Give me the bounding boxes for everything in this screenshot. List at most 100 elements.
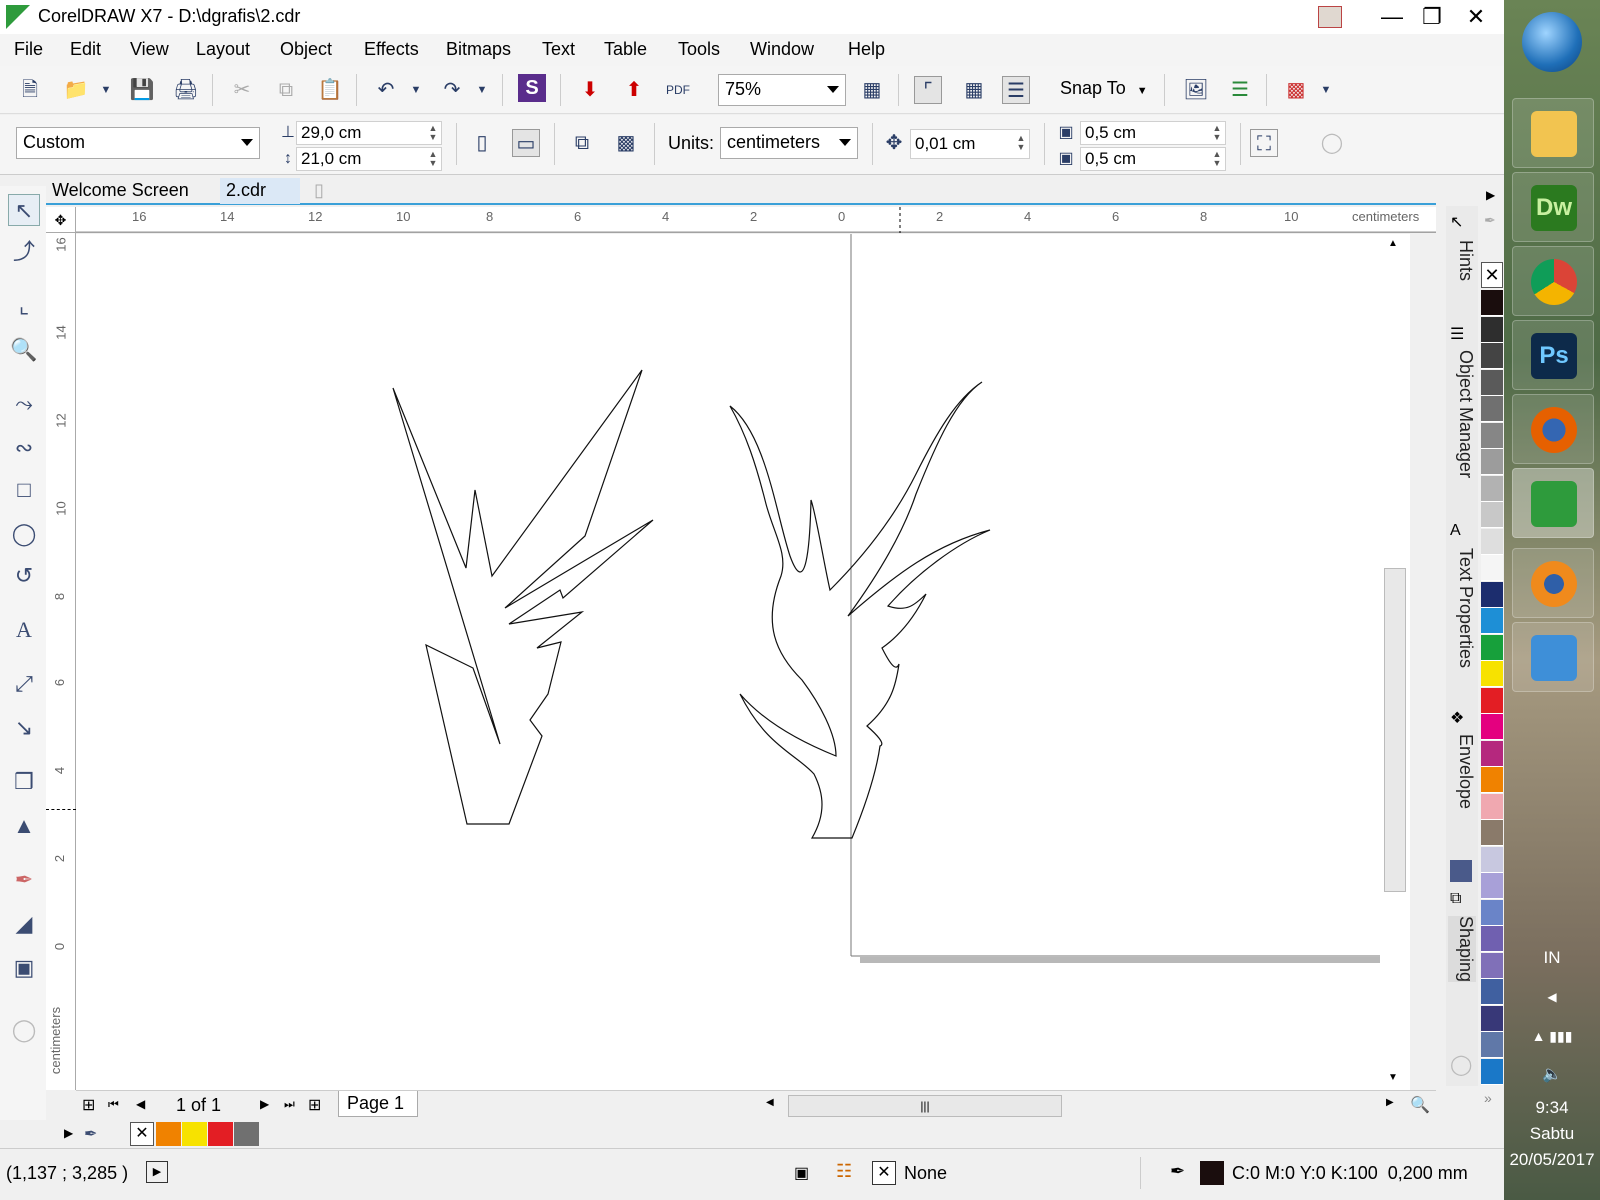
options-icon[interactable]: ☰ bbox=[1226, 76, 1254, 104]
quick-customize-icon[interactable]: ◯ bbox=[1450, 1052, 1472, 1077]
open-dropdown-icon[interactable]: ▼ bbox=[92, 76, 120, 104]
copy-icon[interactable]: ⧉ bbox=[272, 76, 300, 104]
transparency-tool-icon[interactable]: ▲ bbox=[8, 810, 40, 842]
rectangle-tool-icon[interactable]: □ bbox=[8, 474, 40, 506]
snap-to-dropdown[interactable]: Snap To ▼ bbox=[1060, 78, 1148, 99]
palette-swatch[interactable] bbox=[1481, 1005, 1503, 1032]
nudge-distance-field[interactable]: 0,01 cm ▲ ▼ bbox=[910, 129, 1030, 159]
network-icon[interactable]: ▲ ▮▮▮ bbox=[1504, 1028, 1600, 1045]
palette-swatch[interactable] bbox=[1481, 290, 1503, 316]
eyedropper-icon[interactable]: ✒ bbox=[1484, 212, 1496, 229]
paste-icon[interactable]: 📋 bbox=[316, 76, 344, 104]
doc-palette-swatch[interactable] bbox=[182, 1122, 207, 1146]
menu-layout[interactable]: Layout bbox=[196, 39, 250, 60]
palette-swatch[interactable] bbox=[1481, 687, 1503, 714]
palette-swatch[interactable] bbox=[1481, 449, 1503, 475]
zoom-level-select[interactable]: 75% bbox=[718, 74, 846, 106]
status-expand-icon[interactable]: ▶ bbox=[146, 1161, 168, 1183]
palette-swatch[interactable] bbox=[1481, 714, 1503, 740]
portrait-icon[interactable]: ▯ bbox=[468, 129, 496, 157]
palette-swatch[interactable] bbox=[1481, 502, 1503, 528]
palette-swatch[interactable] bbox=[1481, 1032, 1503, 1058]
shape-tool-icon[interactable]: ⤴ bbox=[8, 236, 40, 268]
parallel-dimension-icon[interactable]: ⤢ bbox=[8, 668, 40, 700]
palette-swatch[interactable] bbox=[1481, 767, 1503, 793]
drawing-canvas[interactable]: ▲ ▼ bbox=[76, 234, 1410, 1090]
spin-arrows-icon[interactable]: ▲ ▼ bbox=[426, 150, 440, 168]
palette-swatch[interactable] bbox=[1481, 873, 1503, 899]
new-document-icon[interactable]: 🗎 bbox=[16, 76, 44, 104]
treat-as-filled-icon[interactable]: ⛶ bbox=[1250, 129, 1278, 157]
doc-palette-swatch[interactable] bbox=[234, 1122, 259, 1146]
application-launcher-icon[interactable]: ▩ bbox=[1282, 76, 1310, 104]
restore-button[interactable]: ❐ bbox=[1414, 2, 1450, 32]
palette-swatch[interactable] bbox=[1481, 422, 1503, 449]
zoom-tool-icon[interactable]: 🔍 bbox=[8, 334, 40, 366]
clock-time[interactable]: 9:34 bbox=[1504, 1098, 1600, 1118]
palette-swatch[interactable] bbox=[1481, 475, 1503, 502]
vertical-scrollbar[interactable]: ▲ ▼ bbox=[1380, 234, 1410, 1090]
last-page-icon[interactable]: ⏭ bbox=[284, 1097, 295, 1112]
pick-tool-icon[interactable]: ↖ bbox=[8, 194, 40, 226]
taskbar-control-panel[interactable] bbox=[1512, 622, 1594, 692]
taskbar-chrome[interactable] bbox=[1512, 246, 1594, 316]
interactive-fill-icon[interactable]: ◢ bbox=[8, 908, 40, 940]
page-1-tab[interactable]: Page 1 bbox=[338, 1091, 418, 1117]
palette-swatch[interactable] bbox=[1481, 634, 1503, 661]
doc-palette-none-swatch[interactable]: ✕ bbox=[130, 1122, 154, 1146]
cut-icon[interactable]: ✂ bbox=[228, 76, 256, 104]
menu-tools[interactable]: Tools bbox=[678, 39, 720, 60]
duplicate-x-field[interactable]: 0,5 cm ▲ ▼ bbox=[1080, 121, 1226, 145]
freehand-tool-icon[interactable]: ⤳ bbox=[8, 388, 40, 420]
user-icon[interactable] bbox=[1318, 6, 1342, 28]
close-button[interactable]: ✕ bbox=[1458, 2, 1494, 32]
docker-color-swatch[interactable] bbox=[1450, 860, 1472, 882]
polygon-tool-icon[interactable]: ↺ bbox=[8, 560, 40, 592]
add-page-before-icon[interactable]: ⊞ bbox=[82, 1095, 95, 1115]
docker-tab-text-properties[interactable]: Text Properties bbox=[1448, 548, 1476, 668]
palette-scroll-right-icon[interactable]: ▶ bbox=[1486, 188, 1495, 202]
palette-swatch[interactable] bbox=[1481, 820, 1503, 846]
horizontal-scroll-thumb[interactable]: ||| bbox=[788, 1095, 1062, 1117]
all-pages-icon[interactable]: ⧉ bbox=[568, 129, 596, 157]
new-tab-icon[interactable]: ▯ bbox=[308, 178, 330, 204]
palette-swatch[interactable] bbox=[1481, 608, 1503, 634]
h-scroll-right-icon[interactable]: ▶ bbox=[1386, 1097, 1394, 1108]
palette-swatch[interactable] bbox=[1481, 846, 1503, 873]
docker-tab-shaping[interactable]: Shaping bbox=[1448, 916, 1476, 983]
language-indicator[interactable]: IN bbox=[1504, 948, 1600, 968]
docker-tab-hints[interactable]: Hints bbox=[1448, 240, 1476, 281]
save-icon[interactable]: 💾 bbox=[128, 76, 156, 104]
taskbar-blender[interactable] bbox=[1512, 548, 1594, 618]
menu-object[interactable]: Object bbox=[280, 39, 332, 60]
palette-swatch[interactable] bbox=[1481, 979, 1503, 1005]
palette-swatch[interactable] bbox=[1481, 369, 1503, 396]
vertical-scroll-thumb[interactable] bbox=[1384, 568, 1406, 892]
next-page-icon[interactable]: ▶ bbox=[260, 1097, 269, 1111]
h-scroll-left-icon[interactable]: ◀ bbox=[766, 1097, 774, 1108]
scroll-up-icon[interactable]: ▲ bbox=[1388, 238, 1398, 249]
doc-palette-swatch[interactable] bbox=[208, 1122, 233, 1146]
color-eyedropper-icon[interactable]: ✒ bbox=[8, 864, 40, 896]
add-page-after-icon[interactable]: ⊞ bbox=[308, 1095, 321, 1115]
full-screen-preview-icon[interactable]: ▦ bbox=[858, 76, 886, 104]
landscape-icon[interactable]: ▭ bbox=[512, 129, 540, 157]
show-hidden-icons[interactable]: ◀ bbox=[1504, 990, 1600, 1004]
undo-dropdown-icon[interactable]: ▼ bbox=[402, 76, 430, 104]
palette-swatch[interactable] bbox=[1481, 740, 1503, 767]
welcome-screen-icon[interactable]: 🖼 bbox=[1182, 76, 1210, 104]
menu-edit[interactable]: Edit bbox=[70, 39, 101, 60]
menu-effects[interactable]: Effects bbox=[364, 39, 419, 60]
menu-file[interactable]: File bbox=[14, 39, 43, 60]
palette-swatch[interactable] bbox=[1481, 555, 1503, 581]
menu-window[interactable]: Window bbox=[750, 39, 814, 60]
page-width-field[interactable]: 29,0 cm ▲ ▼ bbox=[296, 121, 442, 145]
docker-tab-envelope[interactable]: Envelope bbox=[1448, 734, 1476, 809]
redo-dropdown-icon[interactable]: ▼ bbox=[468, 76, 496, 104]
taskbar-photoshop[interactable]: Ps bbox=[1512, 320, 1594, 390]
open-icon[interactable]: 📁 bbox=[62, 76, 90, 104]
menu-table[interactable]: Table bbox=[604, 39, 647, 60]
palette-swatch[interactable] bbox=[1481, 793, 1503, 820]
spin-arrows-icon[interactable]: ▲ ▼ bbox=[1014, 134, 1028, 152]
first-page-icon[interactable]: ⏮ bbox=[108, 1097, 119, 1112]
